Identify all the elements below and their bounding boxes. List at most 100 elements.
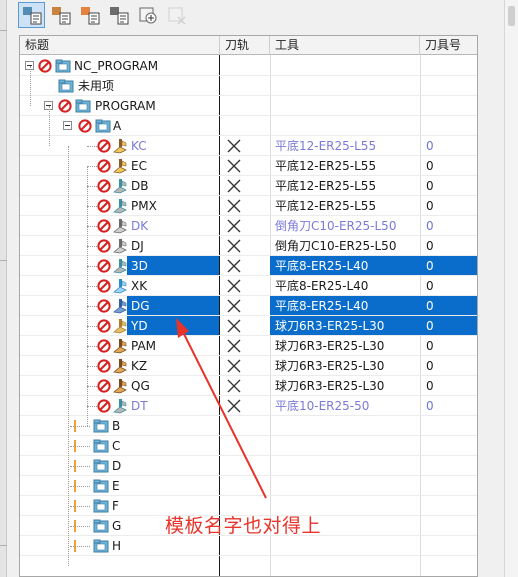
operation-name: DT [131,399,148,413]
tree-connector [87,186,97,187]
operation-name: YD [131,319,148,333]
create-group-button[interactable] [134,2,161,28]
tree-node-group[interactable]: B [20,416,477,436]
tree-connector [87,206,97,207]
toolpath-none-icon [227,159,241,173]
toolpath-none-icon [227,279,241,293]
not-generated-icon [97,319,111,333]
cavity-mill-icon [113,139,127,154]
operation-name: KC [131,139,147,153]
toolpath-none-icon [227,399,241,413]
tree-connector [87,266,97,267]
node-label: NC_PROGRAM [74,59,159,73]
operation-name: QG [131,379,150,393]
node-label: G [112,519,122,533]
tree-connector [87,246,97,247]
operation-tool: 平底8-ER25-L40 [275,259,369,273]
not-generated-icon [97,339,111,353]
node-label: H [112,539,122,553]
operation-name: 3D [131,259,148,273]
node-label: 未用项 [78,79,115,93]
tree-node-group[interactable]: H [20,536,477,556]
not-generated-icon [97,359,111,373]
node-label: B [112,419,121,433]
collapse-toggle[interactable] [63,121,72,130]
operation-name: DB [131,179,149,193]
machining-method-view-icon [110,7,129,25]
delete-icon [168,7,186,25]
tree-node-unused[interactable]: 未用项 [20,76,477,96]
operation-tool: 平底12-ER25-L55 [275,139,377,153]
machine-tool-view-button[interactable] [47,2,74,28]
tree-connector [87,166,97,167]
operation-tool: 倒角刀C10-ER25-L50 [275,219,397,233]
chamfer-icon [113,219,127,234]
tree-connector [87,366,97,367]
navigator-toolbar [18,0,228,30]
operation-tool-number: 0 [426,379,434,393]
floor-wall-icon [113,179,127,194]
tree-node-group[interactable]: C [20,436,477,456]
vertical-scrollbar[interactable] [504,0,518,577]
toolpath-none-icon [227,239,241,253]
operation-tool: 球刀6R3-ER25-L30 [275,319,385,333]
contour-icon [113,359,127,374]
not-generated-icon [97,219,111,233]
machine-tool-view-icon [52,7,71,25]
machining-method-view-button[interactable] [105,2,132,28]
header-toolpath[interactable]: 刀轨 [220,36,270,55]
geometry-view-button[interactable] [76,2,103,28]
fixed-contour-icon [113,319,127,334]
floor-wall-icon [113,199,127,214]
tree-connector [70,526,90,527]
operation-name: DG [131,299,150,313]
annotation-text: 模板名字也对得上 [165,515,322,537]
operation-tool-number: 0 [426,219,434,233]
program-order-view-button[interactable] [18,2,45,28]
operation-tool-number: 0 [426,299,434,313]
operation-name: KZ [131,359,148,373]
operation-tool-number: 0 [426,339,434,353]
not-generated-icon [97,139,111,153]
node-label: E [112,479,120,493]
zlevel-icon [113,299,127,314]
tree-node-program[interactable]: PROGRAM [20,96,477,116]
header-tool-number[interactable]: 刀具号 [420,36,477,55]
tree-connector [87,406,97,407]
operation-tool-number: 0 [426,159,434,173]
not-generated-icon [38,59,52,73]
operation-tool-number: 0 [426,239,434,253]
program-group-icon [93,439,109,453]
scrollbar-thumb[interactable] [508,6,515,26]
node-label: A [113,119,122,133]
node-label: PROGRAM [95,99,156,113]
program-group-icon [93,499,109,513]
header-title[interactable]: 标题 [20,36,220,55]
operation-tool: 平底8-ER25-L40 [275,279,369,293]
tree-connector [70,446,90,447]
tree-node-group-a[interactable]: A [20,116,477,136]
planar-mill-icon [113,279,127,294]
tree-connector [70,486,90,487]
create-group-icon [139,7,157,24]
tree-connector [87,146,97,147]
operation-tool: 倒角刀C10-ER25-L50 [275,239,397,253]
operation-tool-number: 0 [426,259,434,273]
not-generated-icon [58,99,72,113]
not-generated-icon [78,119,92,133]
tree-node-group[interactable]: E [20,476,477,496]
left-panel-edge [0,0,7,577]
tree-node-nc-program[interactable]: NC_PROGRAM [20,56,477,76]
tree-node-group[interactable]: D [20,456,477,476]
floor-wall-icon [113,259,127,274]
header-tool[interactable]: 工具 [270,36,420,55]
tree-connector [30,66,31,106]
not-generated-icon [97,399,111,413]
operation-name: DK [131,219,149,233]
program-group-icon [93,459,109,473]
operation-tool: 球刀6R3-ER25-L30 [275,339,385,353]
operation-name: PMX [131,199,157,213]
toolpath-none-icon [227,359,241,373]
operation-tool: 平底10-ER25-50 [275,399,370,413]
delete-button[interactable] [163,2,190,28]
